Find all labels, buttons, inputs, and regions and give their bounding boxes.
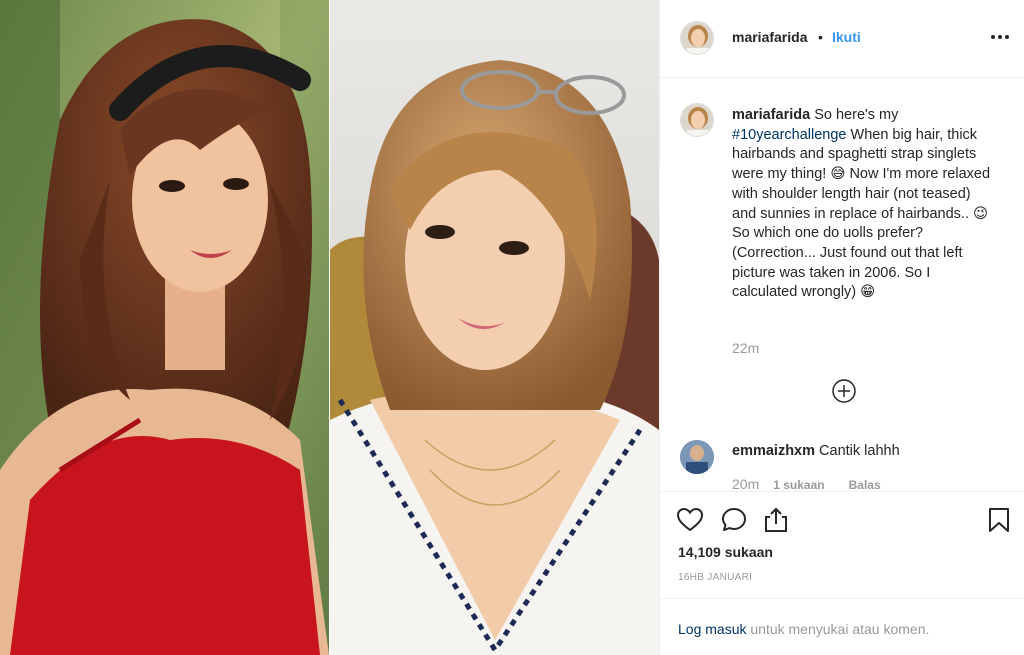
photo-left-portrait bbox=[0, 0, 329, 655]
plus-circle-icon[interactable] bbox=[832, 379, 856, 403]
caption-avatar[interactable] bbox=[680, 103, 714, 137]
comments-section[interactable]: mariafarida So here's my #10yearchalleng… bbox=[660, 79, 1024, 491]
reply-button[interactable]: Balas bbox=[849, 478, 881, 491]
login-suffix: untuk menyukai atau komen. bbox=[750, 621, 930, 637]
post-image[interactable] bbox=[0, 0, 659, 655]
header-username[interactable]: mariafarida bbox=[732, 29, 807, 45]
post-side-panel: mariafarida • Ikuti mariafarida So here'… bbox=[659, 0, 1024, 655]
caption-timestamp[interactable]: 22m bbox=[732, 340, 759, 356]
post-header: mariafarida • Ikuti bbox=[660, 0, 1024, 78]
action-bar bbox=[660, 491, 1024, 545]
login-footer: Log masuk untuk menyukai atau komen. bbox=[660, 598, 1024, 655]
comment-icon[interactable] bbox=[720, 506, 748, 534]
caption-hashtag[interactable]: #10yearchallenge bbox=[732, 127, 846, 143]
comment-avatar[interactable] bbox=[680, 440, 714, 474]
separator-dot: • bbox=[818, 29, 823, 45]
post-date[interactable]: 16HB JANUARI bbox=[678, 572, 752, 583]
caption-text-after: When big hair, thick hairbands and spagh… bbox=[732, 126, 991, 301]
comment-username[interactable]: emmaizhxm bbox=[732, 443, 815, 459]
more-horizontal-icon[interactable] bbox=[988, 25, 1012, 49]
comment-likes[interactable]: 1 sukaan bbox=[773, 478, 824, 491]
caption-text: mariafarida So here's my #10yearchalleng… bbox=[732, 106, 994, 303]
avatar[interactable] bbox=[680, 21, 714, 55]
login-prompt: Log masuk untuk menyukai atau komen. bbox=[678, 621, 929, 637]
heart-icon[interactable] bbox=[676, 506, 704, 534]
caption-username[interactable]: mariafarida bbox=[732, 107, 810, 123]
comment-timestamp[interactable]: 20m bbox=[732, 476, 759, 491]
comment-meta: 20m 1 sukaan Balas bbox=[732, 476, 881, 491]
comment-body: Cantik lahhh bbox=[819, 443, 900, 459]
comment-item: emmaizhxm Cantik lahhh bbox=[732, 443, 900, 459]
likes-count[interactable]: 14,109 sukaan bbox=[678, 544, 773, 560]
follow-button[interactable]: Ikuti bbox=[832, 29, 861, 45]
caption-text-before: So here's my bbox=[814, 107, 899, 123]
login-link[interactable]: Log masuk bbox=[678, 621, 746, 637]
share-icon[interactable] bbox=[762, 506, 790, 534]
photo-right-portrait bbox=[330, 0, 659, 655]
bookmark-icon[interactable] bbox=[985, 506, 1013, 534]
